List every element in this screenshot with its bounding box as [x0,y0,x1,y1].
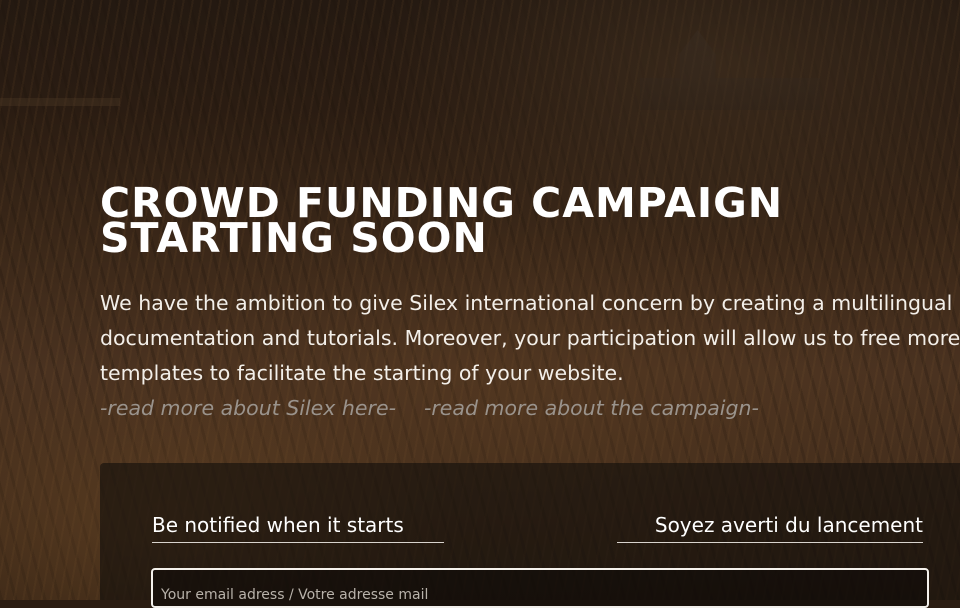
email-input[interactable] [153,570,927,606]
main-content: CROWD FUNDING CAMPAIGN STARTING SOON We … [100,0,960,608]
read-more-campaign-link[interactable]: -read more about the campaign- [424,396,759,420]
notify-heading-en: Be notified when it starts [152,510,444,543]
read-more-links: -read more about Silex here- -read more a… [100,391,759,426]
notify-heading-fr: Soyez averti du lancement [617,510,923,543]
email-field-wrapper [151,568,929,608]
page-title: CROWD FUNDING CAMPAIGN STARTING SOON [100,179,784,262]
campaign-description: We have the ambition to give Silex inter… [100,291,960,385]
read-more-silex-link[interactable]: -read more about Silex here- [100,396,396,420]
